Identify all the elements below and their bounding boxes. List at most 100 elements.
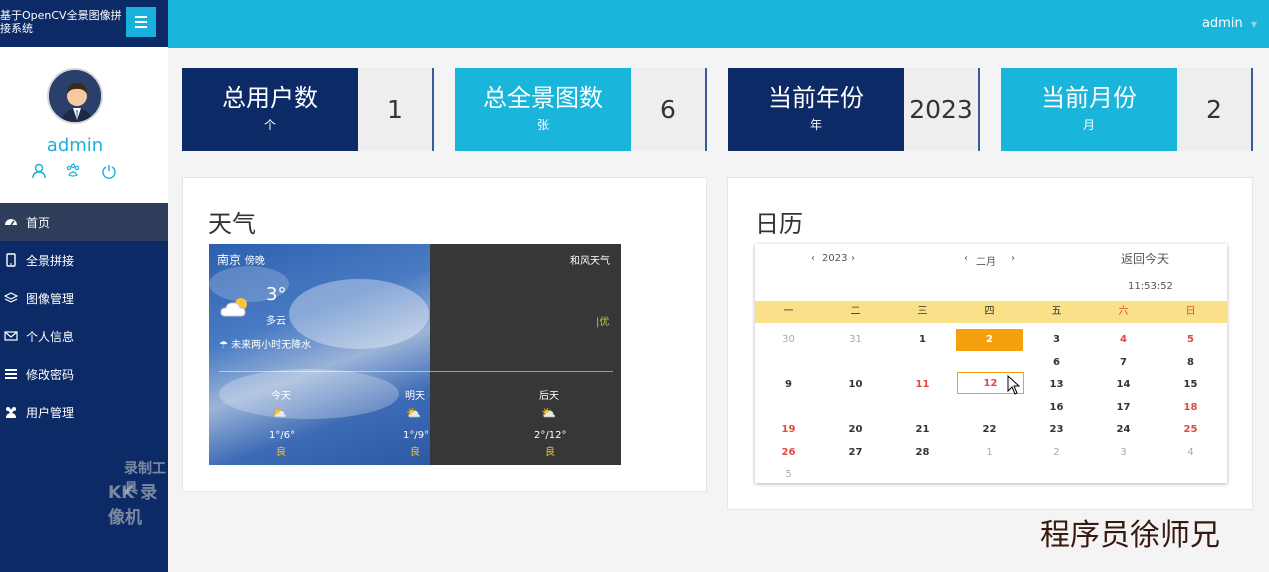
weather-dark-panel — [430, 244, 621, 465]
partly-cloudy-icon — [219, 294, 253, 323]
sidebar-item-label: 用户管理 — [26, 405, 75, 420]
forecast-aqi: 良 — [545, 447, 555, 458]
calendar-day[interactable]: 31 — [822, 329, 889, 351]
partly-cloudy-icon: ⛅ — [272, 406, 287, 420]
time-period: 傍晚 — [244, 256, 265, 267]
stat-unit: 月 — [1082, 118, 1095, 132]
stat-value: 1 — [358, 68, 434, 151]
prev-month-button[interactable]: ‹ — [964, 253, 968, 264]
month-label[interactable]: 二月 — [976, 253, 996, 268]
stat-label: 当前年份 — [768, 84, 864, 112]
stat-unit: 张 — [536, 118, 549, 132]
brand: 基于OpenCV全景图像拼接系统 — [0, 0, 168, 47]
calendar-widget: ‹ 2023 › ‹ 二月 › 返回今天 11:53:52 一 二 三 四 五 … — [755, 244, 1227, 483]
mobile-icon — [4, 253, 18, 267]
forecast-day: 今天 — [271, 391, 291, 402]
year-label[interactable]: 2023 — [822, 253, 847, 264]
stat-label: 当前月份 — [1041, 84, 1137, 112]
stat-unit: 年 — [809, 118, 822, 132]
calendar-day[interactable]: 15 — [1157, 374, 1224, 396]
sidebar-item-label: 首页 — [26, 215, 51, 230]
power-icon[interactable] — [101, 163, 117, 179]
weather-widget[interactable]: 南京 傍晚 和风天气 3° 多云 ☂ 未来两小时无降水 |优 今天 ⛅ 1°/6… — [209, 244, 621, 465]
calendar-day[interactable]: 16 — [1023, 397, 1090, 419]
calendar-day[interactable]: 5 — [1157, 329, 1224, 351]
calendar-day[interactable]: 4 — [1157, 442, 1224, 464]
calendar-day[interactable]: 2 — [1023, 442, 1090, 464]
calendar-day[interactable]: 18 — [1157, 397, 1224, 419]
current-temperature: 3° — [266, 284, 287, 305]
calendar-day[interactable]: 8 — [1157, 352, 1224, 374]
user-profile: admin — [0, 47, 168, 203]
calendar-day[interactable]: 9 — [755, 374, 822, 396]
calendar-day[interactable]: 3 — [1090, 442, 1157, 464]
calendar-day[interactable]: 30 — [755, 329, 822, 351]
calendar-day[interactable]: 6 — [1023, 352, 1090, 374]
forecast-range: 2°/12° — [534, 430, 567, 441]
calendar-day[interactable]: 10 — [822, 374, 889, 396]
admin-dropdown-label: admin — [1201, 16, 1243, 31]
user-icon[interactable] — [31, 163, 47, 179]
current-condition: 多云 — [266, 316, 286, 327]
users-icon — [4, 405, 18, 419]
calendar-day[interactable]: 22 — [956, 419, 1023, 441]
aqi-value: 优 — [599, 317, 610, 328]
stat-label-block: 当前月份 月 — [1001, 68, 1177, 151]
back-to-today-button[interactable]: 返回今天 — [1121, 250, 1169, 267]
sidebar-item-label: 图像管理 — [26, 291, 75, 306]
forecast-day: 后天 — [539, 391, 559, 402]
calendar-day[interactable]: 21 — [889, 419, 956, 441]
calendar-day[interactable]: 27 — [822, 442, 889, 464]
forecast-day: 明天 — [405, 391, 425, 402]
stat-label-block: 当前年份 年 — [728, 68, 904, 151]
sidebar: 基于OpenCV全景图像拼接系统 admin 首页 全景拼接 图像管理 个人信息… — [0, 0, 168, 572]
weekday-label: 三 — [917, 306, 928, 317]
calendar-day[interactable]: 17 — [1090, 397, 1157, 419]
calendar-day-today[interactable]: 2 — [956, 329, 1023, 351]
calendar-day[interactable]: 23 — [1023, 419, 1090, 441]
calendar-day[interactable]: 4 — [1090, 329, 1157, 351]
stat-unit: 个 — [263, 118, 276, 132]
sidebar-item-images[interactable]: 图像管理 — [0, 279, 168, 317]
sidebar-item-home[interactable]: 首页 — [0, 203, 168, 241]
calendar-day[interactable]: 5 — [755, 464, 822, 486]
calendar-day[interactable]: 26 — [755, 442, 822, 464]
mouse-cursor-icon — [1007, 374, 1021, 399]
calendar-day[interactable]: 14 — [1090, 374, 1157, 396]
sidebar-item-users[interactable]: 用户管理 — [0, 393, 168, 431]
calendar-day[interactable]: 11 — [889, 374, 956, 396]
menu-toggle-button[interactable] — [126, 7, 156, 37]
weather-divider — [219, 371, 613, 372]
sidebar-item-password[interactable]: 修改密码 — [0, 355, 168, 393]
weather-panel-title: 天气 — [208, 210, 256, 238]
sidebar-nav: 首页 全景拼接 图像管理 个人信息 修改密码 用户管理 — [0, 203, 168, 431]
sidebar-item-profile[interactable]: 个人信息 — [0, 317, 168, 355]
calendar-day[interactable]: 3 — [1023, 329, 1090, 351]
calendar-day[interactable]: 24 — [1090, 419, 1157, 441]
calendar-day[interactable]: 28 — [889, 442, 956, 464]
weekday-label: 日 — [1185, 306, 1196, 317]
prev-year-button[interactable]: ‹ — [811, 253, 815, 264]
aqi-badge: |优 — [596, 313, 609, 328]
calendar-day[interactable]: 1 — [889, 329, 956, 351]
calendar-day[interactable]: 25 — [1157, 419, 1224, 441]
rain-note: 未来两小时无降水 — [231, 340, 312, 351]
sidebar-item-label: 全景拼接 — [26, 253, 75, 268]
admin-dropdown[interactable]: admin ▼ — [1202, 16, 1257, 31]
next-year-button[interactable]: › — [851, 253, 855, 264]
stat-label-block: 总用户数 个 — [182, 68, 358, 151]
stat-label: 总全景图数 — [483, 84, 603, 112]
sidebar-item-panorama[interactable]: 全景拼接 — [0, 241, 168, 279]
calendar-day[interactable]: 1 — [956, 442, 1023, 464]
sidebar-item-label: 修改密码 — [26, 367, 75, 382]
paw-icon[interactable] — [65, 163, 81, 179]
weather-city: 南京 傍晚 — [217, 251, 265, 268]
calendar-day[interactable]: 7 — [1090, 352, 1157, 374]
weekday-label: 二 — [850, 306, 861, 317]
next-month-button[interactable]: › — [1011, 253, 1015, 264]
weekday-label: 五 — [1051, 306, 1062, 317]
calendar-day[interactable]: 19 — [755, 419, 822, 441]
calendar-day[interactable]: 13 — [1023, 374, 1090, 396]
calendar-day[interactable]: 20 — [822, 419, 889, 441]
weather-provider: 和风天气 — [570, 256, 610, 267]
